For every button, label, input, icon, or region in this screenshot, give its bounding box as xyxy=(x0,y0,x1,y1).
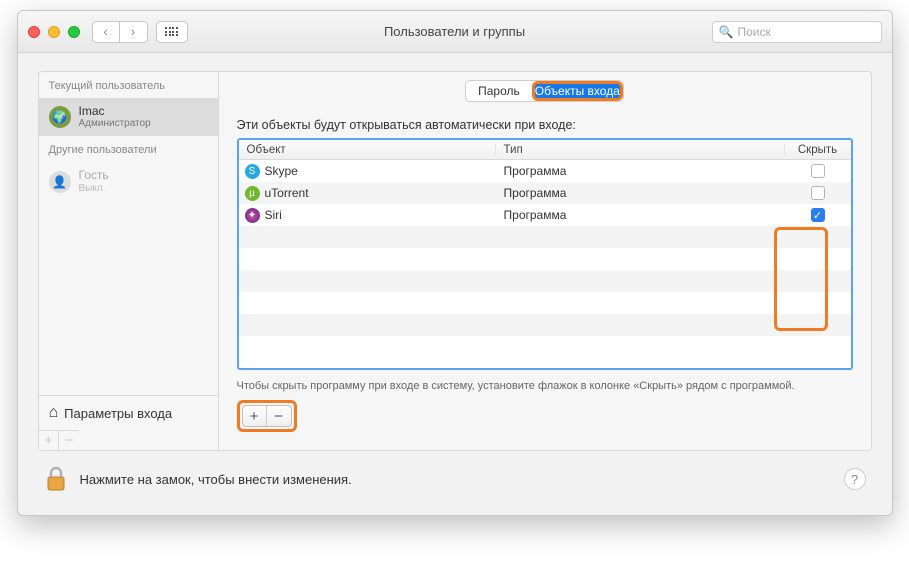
empty-row xyxy=(239,248,851,270)
cell-type: Программа xyxy=(496,208,785,222)
login-items-heading: Эти объекты будут открываться автоматиче… xyxy=(237,118,853,132)
help-button[interactable]: ? xyxy=(844,468,866,490)
cell-hide xyxy=(785,164,851,178)
item-name: uTorrent xyxy=(265,186,309,200)
skype-icon: S xyxy=(245,164,260,179)
empty-row xyxy=(239,226,851,248)
sidebar-user-current[interactable]: 🌍 Imac Администратор xyxy=(39,98,218,136)
add-remove-buttons: + − xyxy=(242,405,292,427)
empty-row xyxy=(239,314,851,336)
cell-object: µ uTorrent xyxy=(239,186,496,201)
back-button[interactable]: ‹ xyxy=(92,21,120,43)
forward-button[interactable]: › xyxy=(120,21,148,43)
tabs: Пароль Объекты входа xyxy=(465,80,624,102)
hide-checkbox[interactable]: ✓ xyxy=(811,208,825,222)
user-name: Imac xyxy=(79,104,151,118)
help-icon: ? xyxy=(851,472,858,487)
chevron-right-icon: › xyxy=(131,24,135,39)
chevron-left-icon: ‹ xyxy=(103,24,107,39)
col-object[interactable]: Объект xyxy=(239,144,496,156)
nav-buttons: ‹ › xyxy=(92,21,148,43)
login-items-table: Объект Тип Скрыть S Skype Программа xyxy=(237,138,853,370)
cell-type: Программа xyxy=(496,164,785,178)
guest-lines: Гость Выкл. xyxy=(79,168,109,194)
sidebar-remove-user: − xyxy=(59,431,79,450)
cell-hide: ✓ xyxy=(785,208,851,222)
empty-row xyxy=(239,292,851,314)
add-remove-highlight: + − xyxy=(237,400,297,432)
search-input[interactable]: 🔍 Поиск xyxy=(712,21,882,43)
grid-icon xyxy=(165,27,178,36)
minimize-icon[interactable] xyxy=(48,26,60,38)
main-split: Текущий пользователь 🌍 Imac Администрато… xyxy=(38,71,872,451)
empty-row xyxy=(239,336,851,358)
item-name: Skype xyxy=(265,164,298,178)
col-hide[interactable]: Скрыть xyxy=(785,144,851,156)
empty-row xyxy=(239,270,851,292)
sidebar-add-user: + xyxy=(39,431,60,450)
sidebar-other-header: Другие пользователи xyxy=(39,136,218,162)
guest-status: Выкл. xyxy=(79,183,109,195)
table-row[interactable]: µ uTorrent Программа xyxy=(239,182,851,204)
content: Текущий пользователь 🌍 Imac Администрато… xyxy=(18,53,892,515)
lock-icon[interactable] xyxy=(44,465,68,493)
show-all-button[interactable] xyxy=(156,21,188,43)
tab-login-items[interactable]: Объекты входа xyxy=(532,81,623,101)
sidebar-user-guest[interactable]: 👤 Гость Выкл. xyxy=(39,162,218,200)
cell-type: Программа xyxy=(496,186,785,200)
titlebar: ‹ › Пользователи и группы 🔍 Поиск xyxy=(18,11,892,53)
close-icon[interactable] xyxy=(28,26,40,38)
cell-hide xyxy=(785,186,851,200)
sidebar-plusminus: + − xyxy=(39,430,79,450)
table-row[interactable]: S Skype Программа xyxy=(239,160,851,182)
zoom-icon[interactable] xyxy=(68,26,80,38)
window-controls xyxy=(28,26,80,38)
search-placeholder: Поиск xyxy=(737,25,770,39)
lock-text: Нажмите на замок, чтобы внести изменения… xyxy=(80,472,352,487)
user-role: Администратор xyxy=(79,118,151,130)
siri-icon: ✦ xyxy=(245,208,260,223)
home-icon: ⌂ xyxy=(49,404,59,422)
table-header: Объект Тип Скрыть xyxy=(239,140,851,160)
cell-object: ✦ Siri xyxy=(239,208,496,223)
sidebar: Текущий пользователь 🌍 Imac Администрато… xyxy=(39,72,219,450)
utorrent-icon: µ xyxy=(245,186,260,201)
item-name: Siri xyxy=(265,208,282,222)
table-row[interactable]: ✦ Siri Программа ✓ xyxy=(239,204,851,226)
prefs-window: ‹ › Пользователи и группы 🔍 Поиск Текущи… xyxy=(17,10,893,516)
table-body: S Skype Программа µ uTorrent Программа xyxy=(239,160,851,358)
add-item-button[interactable]: + xyxy=(243,406,267,426)
guest-name: Гость xyxy=(79,168,109,182)
login-options-button[interactable]: ⌂ Параметры входа xyxy=(39,395,218,430)
hint-text: Чтобы скрыть программу при входе в систе… xyxy=(237,380,853,392)
avatar-icon: 🌍 xyxy=(49,106,71,128)
cell-object: S Skype xyxy=(239,164,496,179)
remove-item-button[interactable]: − xyxy=(267,406,291,426)
col-type[interactable]: Тип xyxy=(496,144,785,156)
hide-checkbox[interactable] xyxy=(811,164,825,178)
user-lines: Imac Администратор xyxy=(79,104,151,130)
tab-password[interactable]: Пароль xyxy=(466,81,532,101)
right-pane: Пароль Объекты входа Эти объекты будут о… xyxy=(219,72,871,450)
login-options-label: Параметры входа xyxy=(64,406,172,421)
sidebar-current-header: Текущий пользователь xyxy=(39,72,218,98)
search-icon: 🔍 xyxy=(719,25,734,39)
footer: Нажмите на замок, чтобы внести изменения… xyxy=(38,451,872,497)
window-title: Пользователи и группы xyxy=(384,24,525,39)
hide-checkbox[interactable] xyxy=(811,186,825,200)
guest-avatar-icon: 👤 xyxy=(49,171,71,193)
